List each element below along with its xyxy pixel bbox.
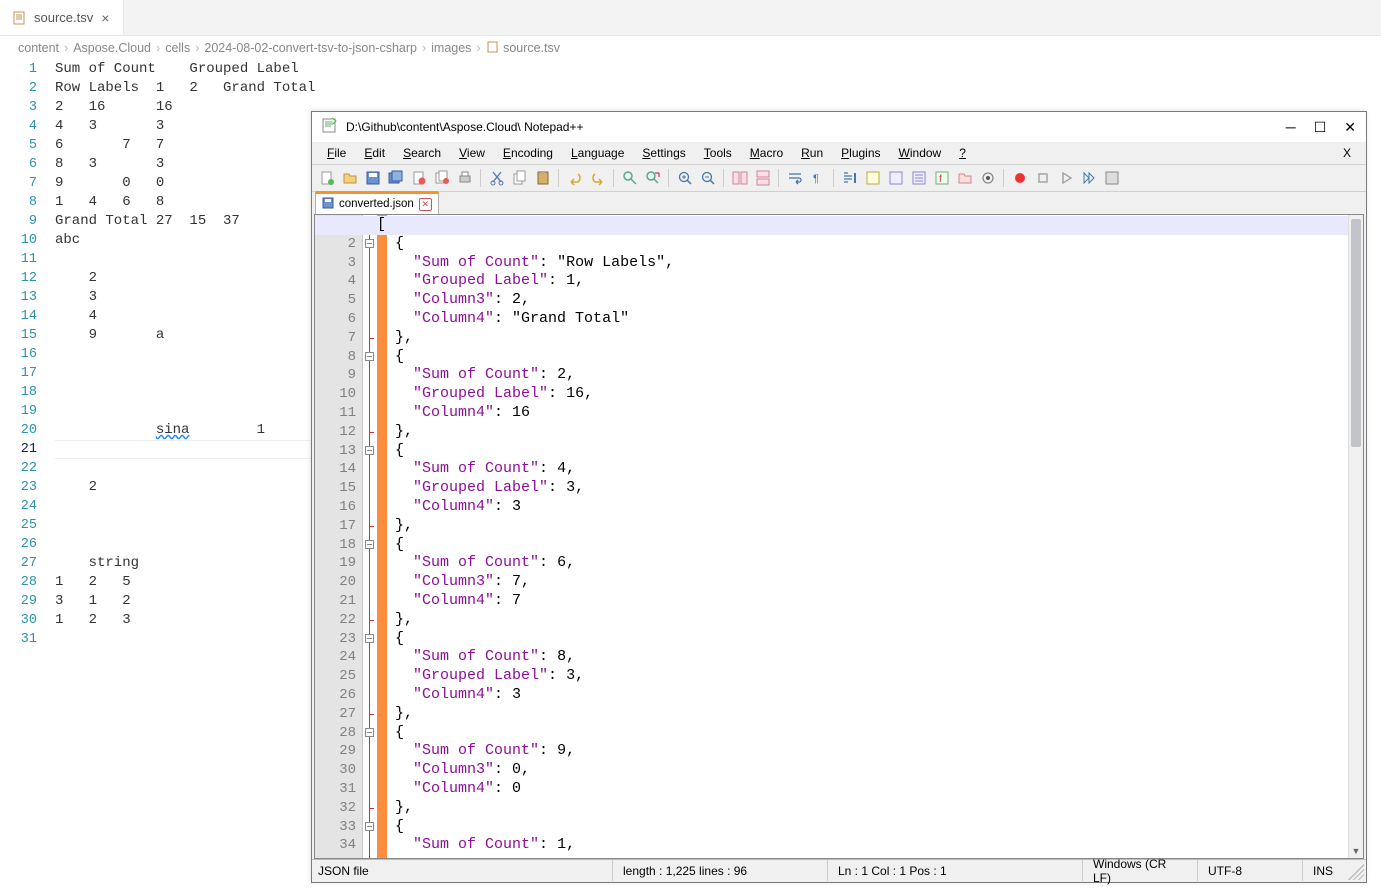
scrollbar-v[interactable]: ▲ ▼ <box>1348 215 1363 858</box>
menu-settings[interactable]: Settings <box>633 144 694 162</box>
redo-icon[interactable] <box>587 168 608 189</box>
npp-editor-area[interactable]: 1234567891011121314151617181920212223242… <box>314 214 1364 859</box>
status-filetype: JSON file <box>312 860 612 881</box>
fold-toggle[interactable] <box>365 822 374 831</box>
menu-macro[interactable]: Macro <box>741 144 792 162</box>
save-macro-icon[interactable] <box>1101 168 1122 189</box>
vscode-gutter: 1234567891011121314151617181920212223242… <box>0 60 55 649</box>
print-icon[interactable] <box>454 168 475 189</box>
sync-v-icon[interactable] <box>729 168 750 189</box>
fold-toggle[interactable] <box>365 352 374 361</box>
play-icon[interactable] <box>1055 168 1076 189</box>
breadcrumb-item[interactable]: source.tsv <box>486 41 560 55</box>
scroll-down-icon[interactable]: ▼ <box>1349 843 1363 858</box>
monitor-icon[interactable] <box>977 168 998 189</box>
file-icon <box>12 11 28 25</box>
status-position: Ln : 1 Col : 1 Pos : 1 <box>827 860 1082 881</box>
menu-language[interactable]: Language <box>562 144 633 162</box>
undo-icon[interactable] <box>564 168 585 189</box>
npp-gutter: 1234567891011121314151617181920212223242… <box>315 215 363 858</box>
toolbar: ¶ f <box>312 164 1366 192</box>
fold-toggle[interactable] <box>365 728 374 737</box>
status-encoding[interactable]: UTF-8 <box>1197 860 1302 881</box>
doc-map-icon[interactable] <box>885 168 906 189</box>
menu-view[interactable]: View <box>450 144 494 162</box>
close-icon[interactable]: × <box>99 10 111 26</box>
record-icon[interactable] <box>1009 168 1030 189</box>
breadcrumb-item[interactable]: images <box>431 41 471 55</box>
breadcrumb-item[interactable]: Aspose.Cloud <box>73 41 151 55</box>
npp-tabbar: converted.json ✕ <box>312 192 1366 214</box>
all-chars-icon[interactable]: ¶ <box>807 168 828 189</box>
window-titlebar[interactable]: D:\Github\content\Aspose.Cloud\ Notepad+… <box>312 112 1366 142</box>
fold-toggle[interactable] <box>365 634 374 643</box>
minimize-button[interactable]: ─ <box>1286 119 1296 135</box>
sync-h-icon[interactable] <box>752 168 773 189</box>
lang-icon[interactable] <box>862 168 883 189</box>
status-eol[interactable]: Windows (CR LF) <box>1082 860 1197 881</box>
breadcrumb-item[interactable]: 2024-08-02-convert-tsv-to-json-csharp <box>204 41 417 55</box>
maximize-button[interactable]: ☐ <box>1314 119 1327 136</box>
paste-icon[interactable] <box>532 168 553 189</box>
breadcrumb-item[interactable]: cells <box>165 41 190 55</box>
menu-?[interactable]: ? <box>950 144 975 162</box>
vscode-tabbar: source.tsv × <box>0 0 1381 36</box>
npp-tab-label: converted.json <box>339 198 414 210</box>
resize-grip[interactable] <box>1348 864 1364 880</box>
tab-close-icon[interactable]: ✕ <box>419 198 432 211</box>
menu-run[interactable]: Run <box>792 144 832 162</box>
new-icon[interactable] <box>316 168 337 189</box>
menubar: FileEditSearchViewEncodingLanguageSettin… <box>312 142 1366 164</box>
vscode-content[interactable]: Sum of Count Grouped LabelRow Labels 1 2… <box>55 60 315 649</box>
menu-window[interactable]: Window <box>890 144 951 162</box>
doc-list-icon[interactable] <box>908 168 929 189</box>
vscode-tab[interactable]: source.tsv × <box>0 0 124 35</box>
menu-search[interactable]: Search <box>394 144 450 162</box>
breadcrumb[interactable]: content›Aspose.Cloud›cells›2024-08-02-co… <box>0 36 1381 60</box>
play-multi-icon[interactable] <box>1078 168 1099 189</box>
fold-toggle[interactable] <box>365 446 374 455</box>
close-button[interactable]: ✕ <box>1344 119 1356 136</box>
copy-icon[interactable] <box>509 168 530 189</box>
svg-text:f: f <box>939 174 942 185</box>
menu-edit[interactable]: Edit <box>355 144 394 162</box>
breadcrumb-item[interactable]: content <box>18 41 59 55</box>
save-state-icon <box>322 197 334 212</box>
zoom-in-icon[interactable] <box>674 168 695 189</box>
indent-guide-icon[interactable] <box>839 168 860 189</box>
fold-toggle[interactable] <box>365 239 374 248</box>
menu-tools[interactable]: Tools <box>695 144 741 162</box>
close-all-icon[interactable] <box>431 168 452 189</box>
close-doc-icon[interactable] <box>408 168 429 189</box>
svg-text:¶: ¶ <box>813 173 819 185</box>
window-controls: ─ ☐ ✕ <box>1286 119 1356 136</box>
replace-icon[interactable] <box>642 168 663 189</box>
menu-file[interactable]: File <box>318 144 355 162</box>
save-all-icon[interactable] <box>385 168 406 189</box>
wordwrap-icon[interactable] <box>784 168 805 189</box>
npp-content[interactable]: [ { "Sum of Count": "Row Labels", "Group… <box>377 215 1349 858</box>
folder-icon[interactable] <box>954 168 975 189</box>
scrollbar-thumb[interactable] <box>1351 219 1361 447</box>
find-icon[interactable] <box>619 168 640 189</box>
menu-overflow[interactable]: X <box>1334 144 1360 162</box>
save-icon[interactable] <box>362 168 383 189</box>
stop-icon[interactable] <box>1032 168 1053 189</box>
func-list-icon[interactable]: f <box>931 168 952 189</box>
status-length: length : 1,225 lines : 96 <box>612 860 827 881</box>
notepadpp-window: D:\Github\content\Aspose.Cloud\ Notepad+… <box>311 111 1367 883</box>
cut-icon[interactable] <box>486 168 507 189</box>
open-icon[interactable] <box>339 168 360 189</box>
zoom-out-icon[interactable] <box>697 168 718 189</box>
menu-plugins[interactable]: Plugins <box>832 144 889 162</box>
menu-encoding[interactable]: Encoding <box>494 144 562 162</box>
window-title: D:\Github\content\Aspose.Cloud\ Notepad+… <box>346 120 1278 134</box>
tab-label: source.tsv <box>34 10 93 25</box>
app-icon <box>322 117 338 138</box>
fold-toggle[interactable] <box>365 540 374 549</box>
statusbar: JSON file length : 1,225 lines : 96 Ln :… <box>312 859 1366 881</box>
npp-tab[interactable]: converted.json ✕ <box>315 193 439 214</box>
